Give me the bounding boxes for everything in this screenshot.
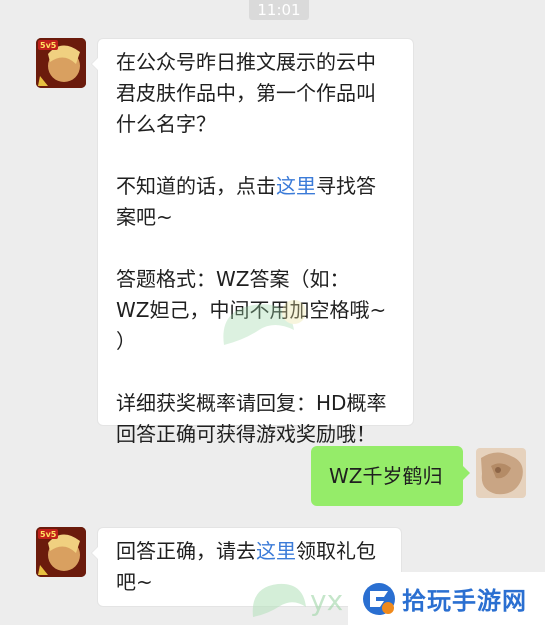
message-timestamp: 11:01 [249,0,309,20]
message-text: 案吧~ [116,205,173,229]
gift-claim-link[interactable]: 这里 [256,539,296,563]
user-message-bubble: WZ千岁鹤归 [311,446,470,506]
user-avatar-icon[interactable] [476,448,526,498]
brand-watermark: 拾玩手游网 [348,572,545,625]
game-avatar-icon[interactable]: 5v5 [36,38,86,88]
svg-text:yx: yx [310,584,343,617]
snail-watermark-icon: yx [248,572,348,625]
message-text: 回答正确，请去这里领取礼包 [116,539,376,563]
message-text: WZ千岁鹤归 [329,464,443,488]
answer-hint-link[interactable]: 这里 [276,174,316,198]
brand-name: 拾玩手游网 [402,587,527,615]
game-avatar-icon[interactable]: 5v5 [36,527,86,577]
svg-text:5v5: 5v5 [40,530,57,539]
svg-text:5v5: 5v5 [40,41,57,50]
brand-logo-icon [363,582,395,615]
message-text: 君皮肤作品中，第一个作品叫 [116,81,376,105]
message-text: 不知道的话，点击这里寻找答 [116,174,376,198]
message-text: 什么名字？ [116,112,216,136]
message-text: 在公众号昨日推文展示的云中 [116,50,376,74]
bot-message-bubble-1: 在公众号昨日推文展示的云中 君皮肤作品中，第一个作品叫 什么名字？ 不知道的话，… [91,38,414,446]
snail-watermark-icon [214,290,324,354]
message-text: 详细获奖概率请回复：HD概率 [116,391,387,415]
